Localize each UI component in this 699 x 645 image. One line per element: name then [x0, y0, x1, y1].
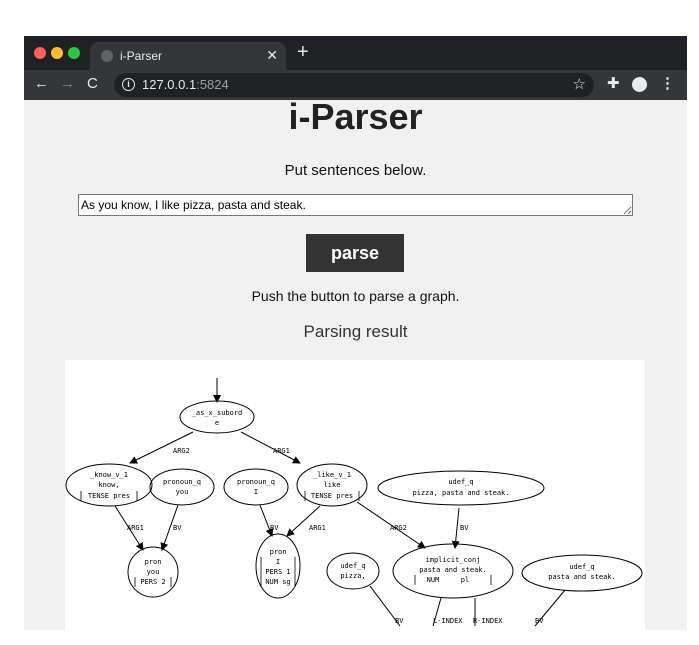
extensions-icon[interactable]: ✚ — [607, 74, 620, 92]
graph-node — [255, 533, 301, 599]
edge-label: R-INDEX — [473, 617, 503, 625]
node-pronoun1-label2: you — [176, 488, 189, 496]
node-know-label3: TENSE pres — [88, 492, 130, 500]
profile-icon[interactable] — [632, 77, 647, 92]
instruction-text: Put sentences below. — [284, 162, 427, 179]
node-udef2-label1: udef_q — [340, 562, 365, 570]
browser-window: i-Parser ✕ + ← → C i 127.0.0.1:5824 ☆ ✚ … — [24, 36, 687, 630]
edge-label: BV — [460, 524, 469, 532]
node-know-label1: _know_v_1 — [90, 471, 128, 479]
node-udef1-label2: pizza, pasta and steak. — [413, 489, 510, 497]
node-pronoun1-label1: pronoun_q — [163, 478, 201, 486]
new-tab-icon[interactable]: + — [297, 42, 309, 62]
graph-node — [149, 468, 215, 506]
node-udef3-label2: pasta and steak. — [548, 573, 615, 581]
node-udef1-label1: udef_q — [448, 478, 473, 486]
node-like-label1: _like_v_1 — [313, 471, 351, 479]
globe-icon — [101, 50, 113, 62]
graph-node — [326, 552, 380, 590]
menu-icon[interactable]: ⋮ — [660, 74, 675, 92]
back-icon[interactable]: ← — [34, 75, 49, 92]
edge-label: BV — [395, 617, 404, 625]
node-udef2-label2: pizza, — [340, 572, 365, 580]
graph-node — [377, 470, 545, 506]
reload-icon[interactable]: C — [87, 75, 98, 92]
node-pron1-label1: pron — [145, 558, 162, 566]
url-port: :5824 — [196, 77, 229, 92]
url-text: 127.0.0.1:5824 — [142, 77, 229, 92]
close-window-button[interactable] — [34, 47, 46, 59]
node-know-label2: know, — [98, 481, 119, 489]
result-heading: Parsing result — [303, 322, 408, 341]
graph-node — [223, 468, 289, 506]
parse-graph: _as_x_subord e _know_v_1 know, TENSE pre… — [65, 378, 643, 627]
edge-label: ARG1 — [309, 524, 326, 532]
graph-edge — [451, 507, 460, 549]
node-udef3-label1: udef_q — [569, 563, 594, 571]
node-implicit-label1: implicit_conj — [426, 556, 481, 564]
minimize-window-button[interactable] — [51, 47, 63, 59]
sentence-input[interactable] — [78, 194, 633, 216]
parse-button[interactable]: parse — [306, 234, 404, 272]
edge-label: L-INDEX — [433, 617, 463, 625]
browser-tab[interactable]: i-Parser ✕ — [90, 42, 286, 70]
tab-bar: i-Parser ✕ + — [24, 36, 687, 70]
graph-node — [179, 400, 255, 434]
node-pron2-label3: PERS 1 — [265, 568, 290, 576]
node-pron1-label2: you — [147, 568, 160, 576]
graph-panel: _as_x_subord e _know_v_1 know, TENSE pre… — [65, 360, 645, 630]
edge-label: BV — [270, 524, 279, 532]
tab-title: i-Parser — [120, 49, 163, 63]
edge-label: BV — [535, 617, 544, 625]
page-title: i-Parser — [288, 96, 423, 137]
edge-label: ARG2 — [390, 524, 407, 532]
node-like-label3: TENSE pres — [311, 492, 353, 500]
node-pronoun2-label2: I — [254, 488, 258, 496]
edge-label: ARG1 — [127, 524, 144, 532]
node-pron2-label2: I — [276, 558, 280, 566]
info-icon[interactable]: i — [122, 78, 135, 91]
address-bar[interactable]: i 127.0.0.1:5824 ☆ — [114, 73, 594, 97]
bookmark-star-icon[interactable]: ☆ — [573, 75, 586, 93]
maximize-window-button[interactable] — [68, 47, 80, 59]
node-like-label2: like — [324, 481, 341, 489]
forward-icon[interactable]: → — [60, 75, 75, 92]
node-implicit-label3: NUM — [427, 576, 440, 584]
node-pron2-label4: NUM sg — [265, 578, 290, 586]
page-content: i-Parser Put sentences below. parse Push… — [24, 96, 687, 630]
graph-edge — [240, 431, 301, 464]
edge-label: BV — [173, 524, 182, 532]
url-host: 127.0.0.1 — [142, 77, 197, 92]
node-pronoun2-label1: pronoun_q — [237, 478, 275, 486]
edge-label: ARG2 — [173, 447, 190, 455]
close-tab-icon[interactable]: ✕ — [266, 47, 278, 64]
node-implicit-label3b: pl — [461, 576, 469, 584]
node-as-label2: e — [215, 419, 219, 427]
hint-text: Push the button to parse a graph. — [251, 288, 460, 304]
node-implicit-label2: pasta and steak. — [419, 566, 486, 574]
node-pron1-label3: PERS 2 — [140, 578, 165, 586]
edge-label: ARG1 — [273, 447, 290, 455]
node-as-label1: _as_x_subord — [192, 409, 243, 417]
node-pron2-label1: pron — [270, 548, 287, 556]
